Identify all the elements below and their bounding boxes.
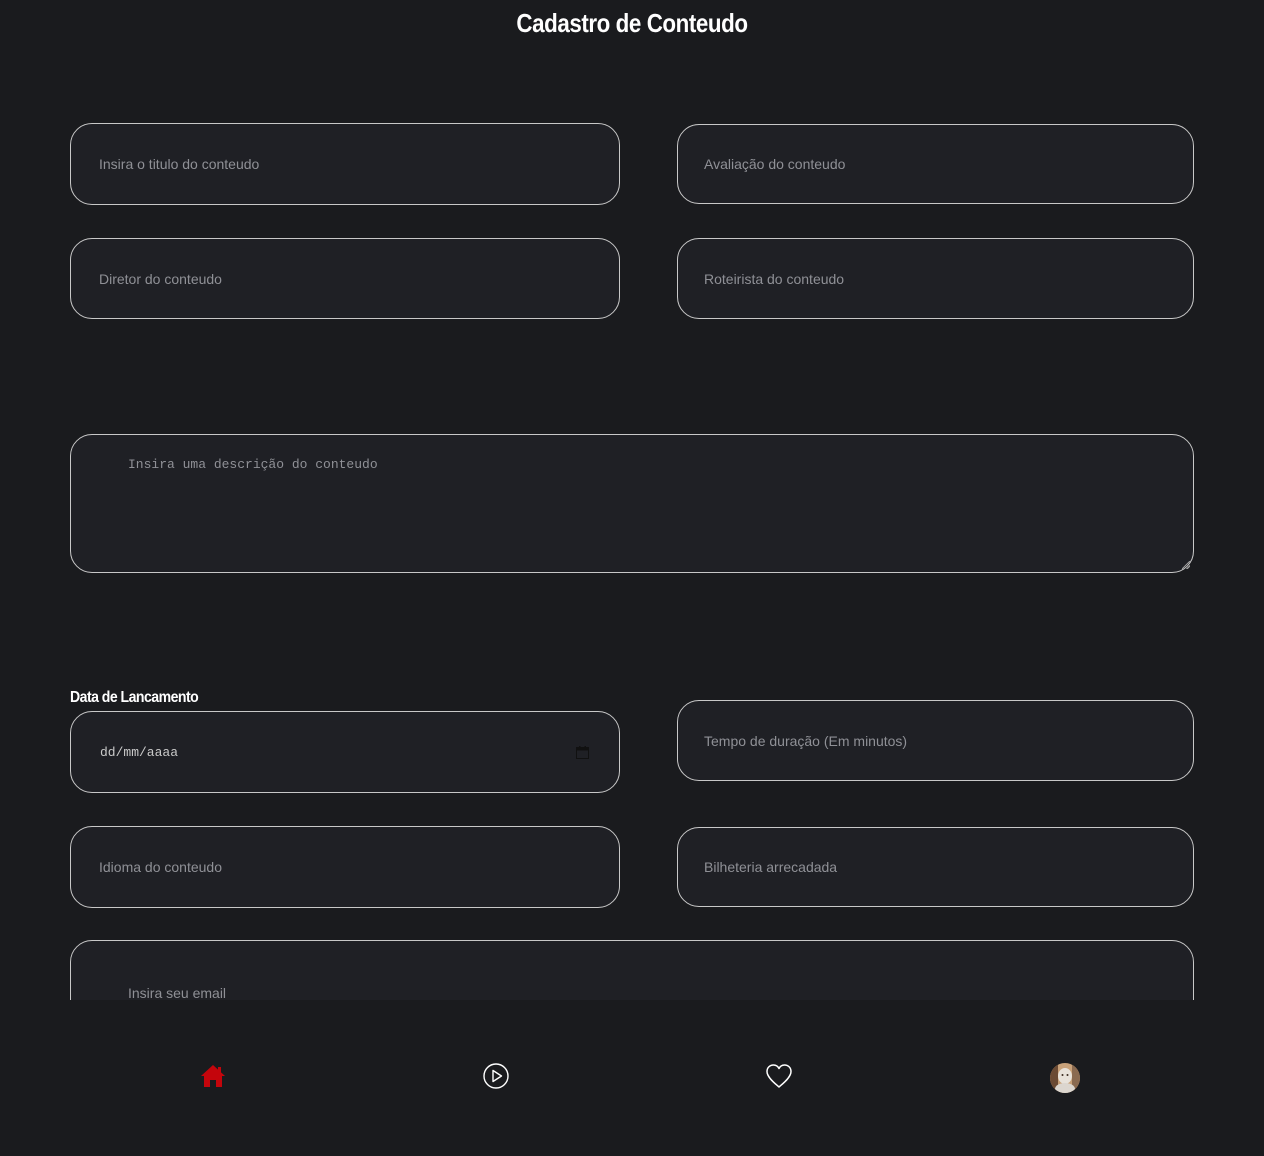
nav-favorites-button[interactable] — [764, 1063, 794, 1093]
duration-input[interactable]: Tempo de duração (Em minutos) — [677, 700, 1194, 781]
heart-icon — [764, 1062, 794, 1095]
home-icon — [199, 1062, 227, 1095]
resize-grip[interactable] — [1182, 561, 1190, 569]
description-textarea[interactable]: Insira uma descrição do conteudo — [70, 434, 1194, 573]
director-input-placeholder: Diretor do conteudo — [99, 270, 222, 287]
writer-input-placeholder: Roteirista do conteudo — [704, 270, 845, 287]
description-textarea-placeholder: Insira uma descrição do conteudo — [128, 457, 378, 472]
box-office-input-placeholder: Bilheteria arrecadada — [704, 859, 838, 875]
box-office-input[interactable]: Bilheteria arrecadada — [677, 827, 1194, 907]
release-date-input-placeholder: dd/mm/aaaa — [100, 744, 179, 760]
nav-home-button[interactable] — [198, 1063, 228, 1093]
page: Cadastro de Conteudo Insira o titulo do … — [0, 0, 1264, 1156]
rating-input[interactable]: Avaliação do conteudo — [677, 124, 1194, 204]
content-form: Cadastro de Conteudo Insira o titulo do … — [0, 0, 1264, 1000]
avatar — [1050, 1063, 1080, 1093]
email-input-placeholder: Insira seu email — [128, 985, 227, 1000]
director-input[interactable]: Diretor do conteudo — [70, 238, 620, 319]
writer-input[interactable]: Roteirista do conteudo — [677, 238, 1194, 319]
release-date-label: Data de Lancamento — [70, 689, 199, 706]
play-circle-icon — [482, 1062, 510, 1095]
release-date-input[interactable]: dd/mm/aaaa — [70, 711, 620, 793]
title-input[interactable]: Insira o titulo do conteudo — [70, 123, 620, 205]
page-title: Cadastro de Conteudo — [516, 8, 748, 38]
rating-input-placeholder: Avaliação do conteudo — [704, 156, 846, 172]
language-input[interactable]: Idioma do conteudo — [70, 826, 620, 908]
language-input-placeholder: Idioma do conteudo — [99, 859, 222, 875]
nav-play-button[interactable] — [481, 1062, 511, 1095]
calendar-icon[interactable] — [576, 745, 589, 759]
email-input[interactable]: Insira seu email — [70, 940, 1194, 1000]
nav-profile-button[interactable] — [1049, 1062, 1081, 1094]
duration-input-placeholder: Tempo de duração (Em minutos) — [704, 732, 908, 749]
title-input-placeholder: Insira o titulo do conteudo — [99, 156, 260, 172]
